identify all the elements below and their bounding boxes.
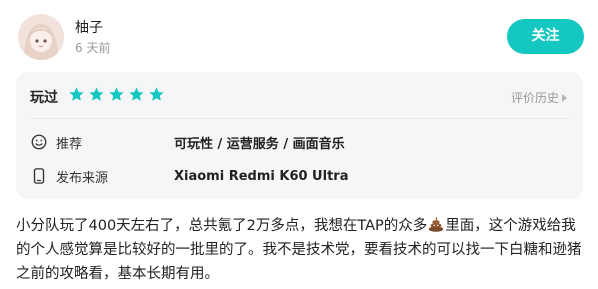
avatar[interactable] — [18, 14, 64, 60]
divider — [30, 118, 569, 119]
caret-right-icon — [562, 93, 567, 102]
poop-icon — [429, 216, 444, 232]
avatar-illustration — [18, 14, 64, 60]
star-icon — [149, 87, 164, 101]
star-icon — [129, 87, 144, 101]
review-text-part1: 小分队玩了400天左右了，总共氪了2万多点，我想在TAP的众多 — [16, 218, 428, 234]
post-time: 6 天前 — [75, 41, 111, 55]
device-label: 发布来源 — [56, 170, 109, 186]
smile-icon — [31, 134, 47, 150]
username[interactable]: 柚子 — [75, 17, 103, 37]
review-info-card: 玩过 评价历史 推荐 可玩性 / 运营服务 / 画面音乐 发布来源 Xiaomi… — [16, 72, 583, 199]
device-row: 发布来源 Xiaomi Redmi K60 Ultra — [30, 166, 348, 186]
star-icon — [69, 87, 84, 101]
star-icon — [109, 87, 124, 101]
phone-icon — [33, 168, 45, 184]
played-label: 玩过 — [30, 90, 58, 106]
recommend-tags: 可玩性 / 运营服务 / 画面音乐 — [174, 136, 345, 152]
rating-history-link[interactable]: 评价历史 — [511, 89, 567, 106]
star-icon — [89, 87, 104, 101]
review-text: 小分队玩了400天左右了，总共氪了2万多点，我想在TAP的众多 里面，这个游戏给我… — [16, 214, 586, 286]
star-rating — [68, 86, 165, 103]
device-name: Xiaomi Redmi K60 Ultra — [174, 168, 349, 184]
follow-button[interactable]: 关注 — [507, 19, 584, 54]
recommend-row: 推荐 可玩性 / 运营服务 / 画面音乐 — [30, 132, 345, 152]
rating-history-label: 评价历史 — [510, 91, 559, 105]
recommend-label: 推荐 — [56, 136, 83, 152]
